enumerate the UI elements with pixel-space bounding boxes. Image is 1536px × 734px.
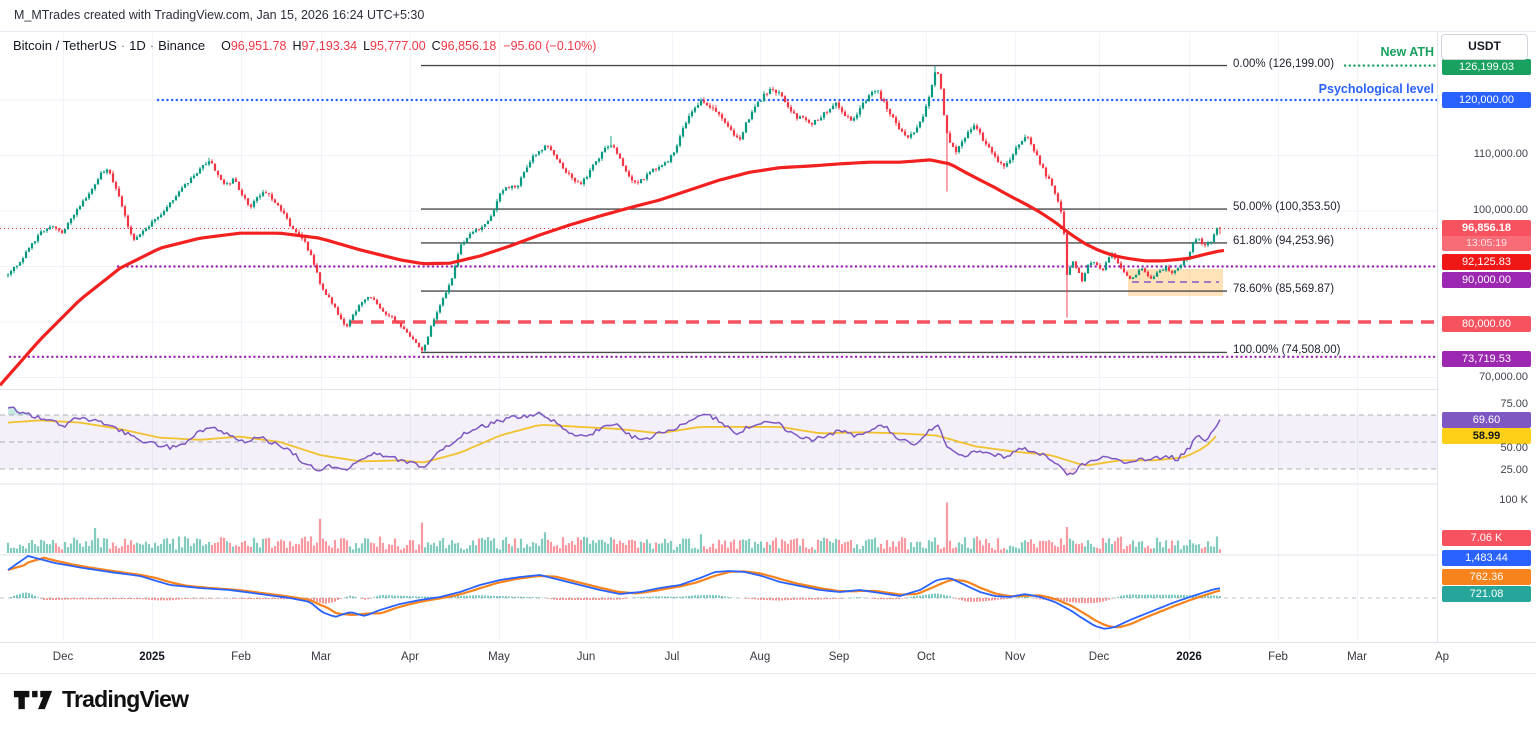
tradingview-snapshot: M_MTrades created with TradingView.com, … <box>0 0 1536 734</box>
time-axis-label: Jun <box>564 651 608 663</box>
price-axis-label: 100,000.00 <box>1473 204 1528 216</box>
ma-line[interactable] <box>0 160 1224 385</box>
price-axis-label: 100 K <box>1499 494 1528 506</box>
time-axis-label: Dec <box>41 651 85 663</box>
time-axis-label: Feb <box>1256 651 1300 663</box>
price-axis-label: 50.00 <box>1500 442 1528 454</box>
ohlc-key: L <box>363 39 370 53</box>
fib-level-label: 61.80% (94,253.96) <box>1233 235 1334 247</box>
tradingview-logo[interactable]: TradingView <box>13 686 188 713</box>
fib-level-label: 78.60% (85,569.87) <box>1233 283 1334 295</box>
time-axis-label: Oct <box>904 651 948 663</box>
price-axis-label: 80,000.00 <box>1442 316 1531 332</box>
fib-level-label: 100.00% (74,508.00) <box>1233 344 1340 356</box>
tradingview-logo-icon <box>13 687 53 713</box>
price-axis-label: 110,000.00 <box>1474 148 1528 160</box>
price-axis-label: 70,000.00 <box>1479 371 1528 383</box>
footer: TradingView <box>0 673 1536 734</box>
time-axis-label: Apr <box>388 651 432 663</box>
attribution-text: M_MTrades created with TradingView.com, … <box>14 8 424 22</box>
symbol-header: Bitcoin / TetherUS·1D·BinanceO96,951.78H… <box>13 38 596 53</box>
price-axis-label: 90,000.00 <box>1442 272 1531 288</box>
time-axis-label: Feb <box>219 651 263 663</box>
fib-level-label: 50.00% (100,353.50) <box>1233 201 1340 213</box>
price-axis-label: 126,199.03 <box>1442 59 1531 75</box>
psychological-level-annotation: Psychological level <box>1234 82 1434 96</box>
price-axis-label: 73,719.53 <box>1442 351 1531 367</box>
attribution-bar: M_MTrades created with TradingView.com, … <box>0 0 1536 32</box>
price-axis-label: 1,483.44 <box>1442 550 1531 566</box>
time-axis-label: Dec <box>1077 651 1121 663</box>
price-axis-label: 92,125.83 <box>1442 254 1531 270</box>
fib-retracement-lines[interactable] <box>421 66 1227 353</box>
tradingview-logo-text: TradingView <box>62 686 188 713</box>
time-axis-label: Jul <box>650 651 694 663</box>
exchange: Binance <box>158 38 205 53</box>
time-axis-label: Sep <box>817 651 861 663</box>
rsi-panel <box>0 407 1437 475</box>
currency-toggle-button[interactable]: USDT <box>1441 34 1528 60</box>
price-axis-label: 75.00 <box>1500 398 1528 410</box>
time-axis[interactable]: Dec 2025 Feb Mar Apr May Jun Jul Aug Sep Oct Nov Dec… <box>0 642 1536 674</box>
ohlc-key: C <box>432 39 441 53</box>
time-axis-label: Aug <box>738 651 782 663</box>
price-axis-label: 69.60 <box>1442 412 1531 428</box>
ohlc-key: O <box>221 39 231 53</box>
ohlc-value: 96,951.78 <box>231 39 287 53</box>
time-axis-label: Mar <box>1335 651 1379 663</box>
time-axis-label: May <box>477 651 521 663</box>
price-axis-label: 7.06 K <box>1442 530 1531 546</box>
time-axis-label: 2025 <box>130 651 174 663</box>
ohlc-value: 97,193.34 <box>301 39 357 53</box>
time-axis-label: Mar <box>299 651 343 663</box>
price-axis-label: 120,000.00 <box>1442 92 1531 108</box>
time-axis-label: 2026 <box>1167 651 1211 663</box>
supply-demand-zone[interactable] <box>1128 269 1223 296</box>
time-axis-label: Ap <box>1420 651 1464 663</box>
ohlc-value: 96,856.18 <box>441 39 497 53</box>
price-axis-label: 25.00 <box>1500 464 1528 476</box>
time-axis-label: Nov <box>993 651 1037 663</box>
price-axis-label: 96,856.1813:05:19 <box>1442 220 1531 251</box>
symbol-name[interactable]: Bitcoin / TetherUS <box>13 38 117 53</box>
chart-plot-area[interactable] <box>0 32 1437 641</box>
new-ath-annotation: New ATH <box>1234 45 1434 59</box>
change-readout: −95.60 (−0.10%) <box>503 39 596 53</box>
price-axis[interactable]: 126,199.03 120,000.00 110,000.00 100,000.00… <box>1437 32 1536 672</box>
oscillator-panel <box>0 556 1437 629</box>
volume-panel <box>8 503 1220 553</box>
ohlc-readout: O96,951.78H97,193.34L95,777.00C96,856.18 <box>215 39 496 53</box>
price-axis-label: 721.08 <box>1442 586 1531 602</box>
countdown-timer: 13:05:19 <box>1442 236 1531 251</box>
fib-level-label: 0.00% (126,199.00) <box>1233 58 1334 70</box>
ohlc-value: 95,777.00 <box>370 39 426 53</box>
price-axis-label: 762.36 <box>1442 569 1531 585</box>
osc-main-line[interactable] <box>8 556 1220 629</box>
interval[interactable]: 1D <box>129 38 146 53</box>
